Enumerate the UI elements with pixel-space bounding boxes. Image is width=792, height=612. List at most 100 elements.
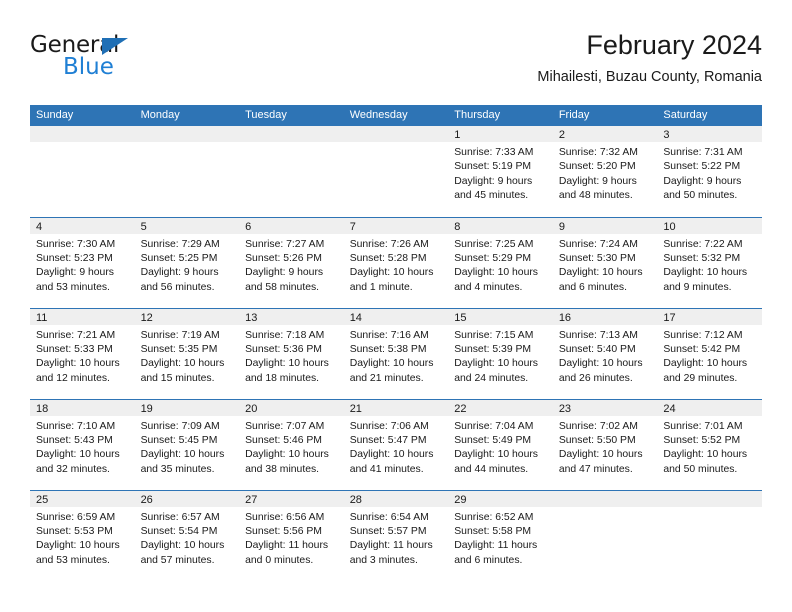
day-detail-line: Daylight: 9 hours [454, 175, 533, 187]
calendar-day-cell[interactable]: 5 Sunrise: 7:29 AM Sunset: 5:25 PM Daylight… [134, 216, 240, 308]
calendar-day-cell[interactable]: 2 Sunrise: 7:32 AM Sunset: 5:20 PM Daylight… [552, 126, 658, 217]
day-detail-line: Sunrise: 7:09 AM [140, 420, 220, 432]
day-detail-line: and 53 minutes. [36, 554, 110, 566]
calendar-day-cell[interactable]: 24 Sunrise: 7:01 AM Sunset: 5:52 PM Dayligh… [657, 398, 762, 490]
day-detail-line: Daylight: 10 hours [36, 540, 120, 552]
calendar-day-cell[interactable]: 28 Sunrise: 6:54 AM Sunset: 5:57 PM Dayligh… [343, 489, 449, 581]
day-detail-line: Daylight: 10 hours [36, 358, 120, 370]
general-blue-logo[interactable]: General Blue [30, 32, 210, 88]
day-detail-line: Sunrise: 7:22 AM [663, 238, 743, 250]
calendar-day-cell[interactable]: 21 Sunrise: 7:06 AM Sunset: 5:47 PM Dayligh… [343, 398, 449, 490]
day-details: Sunrise: 6:54 AM Sunset: 5:57 PM Daylight:… [344, 507, 449, 569]
day-detail-line: Daylight: 10 hours [454, 449, 538, 461]
calendar-day-cell[interactable]: 14 Sunrise: 7:16 AM Sunset: 5:38 PM Dayligh… [343, 307, 449, 399]
day-number: 9 [552, 217, 658, 234]
day-number: 11 [30, 308, 135, 325]
calendar-day-cell[interactable]: 7 Sunrise: 7:26 AM Sunset: 5:28 PM Daylight… [343, 216, 449, 308]
day-details: Sunrise: 7:30 AM Sunset: 5:23 PM Daylight:… [30, 234, 135, 296]
day-detail-line: Sunrise: 7:10 AM [36, 420, 116, 432]
day-number: 1 [448, 126, 553, 142]
day-number: 21 [343, 399, 449, 416]
calendar-day-cell[interactable]: 6 Sunrise: 7:27 AM Sunset: 5:26 PM Daylight… [239, 216, 344, 308]
day-details: Sunrise: 6:59 AM Sunset: 5:53 PM Daylight:… [30, 507, 135, 569]
day-details [30, 142, 135, 146]
calendar-day-cell[interactable]: 26 Sunrise: 6:57 AM Sunset: 5:54 PM Dayligh… [134, 489, 240, 581]
day-detail-line: Sunset: 5:36 PM [245, 343, 322, 355]
day-details: Sunrise: 7:09 AM Sunset: 5:45 PM Daylight:… [135, 416, 240, 478]
calendar-day-cell[interactable]: 15 Sunrise: 7:15 AM Sunset: 5:39 PM Dayligh… [448, 307, 553, 399]
day-number: 17 [657, 308, 762, 325]
day-number: 23 [552, 399, 658, 416]
calendar-day-cell[interactable]: 17 Sunrise: 7:12 AM Sunset: 5:42 PM Dayligh… [657, 307, 762, 399]
day-detail-line: Sunset: 5:42 PM [663, 343, 741, 355]
day-detail-line: and 32 minutes. [36, 463, 110, 475]
calendar-day-cell[interactable]: 18 Sunrise: 7:10 AM Sunset: 5:43 PM Dayligh… [30, 398, 135, 490]
day-number: 18 [30, 399, 135, 416]
calendar-day-cell[interactable]: 11 Sunrise: 7:21 AM Sunset: 5:33 PM Dayligh… [30, 307, 135, 399]
calendar-day-cell[interactable]: 22 Sunrise: 7:04 AM Sunset: 5:49 PM Dayligh… [448, 398, 553, 490]
day-number: 27 [239, 490, 344, 507]
day-detail-line: Daylight: 10 hours [454, 358, 538, 370]
calendar-day-cell[interactable]: 3 Sunrise: 7:31 AM Sunset: 5:22 PM Daylight… [657, 126, 762, 217]
weekday-header-friday: Friday [552, 105, 658, 126]
calendar-day-cell[interactable]: 29 Sunrise: 6:52 AM Sunset: 5:58 PM Dayligh… [448, 489, 553, 581]
day-details: Sunrise: 7:10 AM Sunset: 5:43 PM Daylight:… [30, 416, 135, 478]
day-detail-line: Daylight: 10 hours [558, 449, 643, 461]
day-detail-line: and 58 minutes. [245, 281, 320, 293]
day-detail-line: Sunrise: 7:21 AM [36, 329, 116, 341]
page-title: February 2024 [586, 30, 762, 60]
calendar-day-cell[interactable]: 20 Sunrise: 7:07 AM Sunset: 5:46 PM Dayligh… [239, 398, 344, 490]
day-detail-line: and 44 minutes. [454, 463, 529, 475]
day-detail-line: Sunrise: 7:32 AM [558, 147, 638, 158]
day-detail-line: and 1 minute. [349, 281, 413, 293]
day-detail-line: and 50 minutes. [663, 190, 738, 202]
day-detail-line: Sunset: 5:56 PM [245, 525, 322, 537]
day-detail-line: Daylight: 10 hours [454, 267, 538, 279]
calendar-day-cell[interactable]: 27 Sunrise: 6:56 AM Sunset: 5:56 PM Dayligh… [239, 489, 344, 581]
day-detail-line: and 26 minutes. [558, 372, 633, 384]
calendar-day-cell[interactable]: 9 Sunrise: 7:24 AM Sunset: 5:30 PM Daylight… [552, 216, 658, 308]
calendar-day-cell-empty [552, 489, 658, 581]
calendar-day-cell[interactable]: 16 Sunrise: 7:13 AM Sunset: 5:40 PM Dayligh… [552, 307, 658, 399]
calendar-day-cell[interactable]: 10 Sunrise: 7:22 AM Sunset: 5:32 PM Dayligh… [657, 216, 762, 308]
calendar-day-cell[interactable]: 13 Sunrise: 7:18 AM Sunset: 5:36 PM Dayligh… [239, 307, 344, 399]
day-details: Sunrise: 7:26 AM Sunset: 5:28 PM Daylight:… [344, 234, 449, 296]
day-details: Sunrise: 7:31 AM Sunset: 5:22 PM Daylight:… [657, 142, 762, 204]
day-detail-line: Sunrise: 7:06 AM [349, 420, 429, 432]
calendar-day-cell[interactable]: 8 Sunrise: 7:25 AM Sunset: 5:29 PM Daylight… [448, 216, 553, 308]
day-details: Sunrise: 6:57 AM Sunset: 5:54 PM Daylight:… [135, 507, 240, 569]
day-number: 14 [343, 308, 449, 325]
day-details: Sunrise: 7:19 AM Sunset: 5:35 PM Daylight:… [135, 325, 240, 387]
day-details: Sunrise: 7:29 AM Sunset: 5:25 PM Daylight:… [135, 234, 240, 296]
day-detail-line: Daylight: 10 hours [558, 358, 643, 370]
day-detail-line: Sunset: 5:22 PM [663, 161, 741, 173]
day-detail-line: Sunset: 5:57 PM [349, 525, 427, 537]
day-details: Sunrise: 7:25 AM Sunset: 5:29 PM Daylight:… [448, 234, 553, 296]
day-detail-line: Daylight: 10 hours [663, 267, 748, 279]
day-detail-line: and 24 minutes. [454, 372, 529, 384]
day-detail-line: Sunrise: 7:31 AM [663, 147, 743, 158]
calendar-header-row: Sunday Monday Tuesday Wednesday Thursday Frid… [30, 105, 762, 126]
calendar-day-cell[interactable]: 1 Sunrise: 7:33 AM Sunset: 5:19 PM Daylight… [448, 126, 553, 217]
calendar-day-cell[interactable]: 19 Sunrise: 7:09 AM Sunset: 5:45 PM Dayligh… [134, 398, 240, 490]
calendar-day-cell[interactable]: 23 Sunrise: 7:02 AM Sunset: 5:50 PM Dayligh… [552, 398, 658, 490]
day-number: 8 [448, 217, 553, 234]
page-subtitle: Mihailesti, Buzau County, Romania [537, 69, 762, 85]
calendar-week-row: 25 Sunrise: 6:59 AM Sunset: 5:53 PM Dayligh… [30, 489, 762, 581]
calendar-day-cell[interactable]: 12 Sunrise: 7:19 AM Sunset: 5:35 PM Dayligh… [134, 307, 240, 399]
weekday-header-row: Sunday Monday Tuesday Wednesday Thursday Frid… [30, 105, 762, 126]
day-details: Sunrise: 7:13 AM Sunset: 5:40 PM Daylight:… [553, 325, 658, 387]
day-detail-line: Sunset: 5:33 PM [36, 343, 113, 355]
calendar-day-cell[interactable]: 4 Sunrise: 7:30 AM Sunset: 5:23 PM Daylight… [30, 216, 135, 308]
day-detail-line: and 56 minutes. [140, 281, 215, 293]
day-details: Sunrise: 6:56 AM Sunset: 5:56 PM Daylight:… [239, 507, 344, 569]
day-number: 19 [134, 399, 240, 416]
weekday-header-thursday: Thursday [448, 105, 553, 126]
day-detail-line: Daylight: 10 hours [663, 358, 748, 370]
day-details: Sunrise: 7:02 AM Sunset: 5:50 PM Daylight:… [553, 416, 658, 478]
day-detail-line: Sunset: 5:23 PM [36, 252, 113, 264]
day-detail-line: and 41 minutes. [349, 463, 424, 475]
day-detail-line: Sunset: 5:54 PM [140, 525, 218, 537]
calendar-day-cell[interactable]: 25 Sunrise: 6:59 AM Sunset: 5:53 PM Dayligh… [30, 489, 135, 581]
weekday-header-sunday: Sunday [30, 105, 135, 126]
